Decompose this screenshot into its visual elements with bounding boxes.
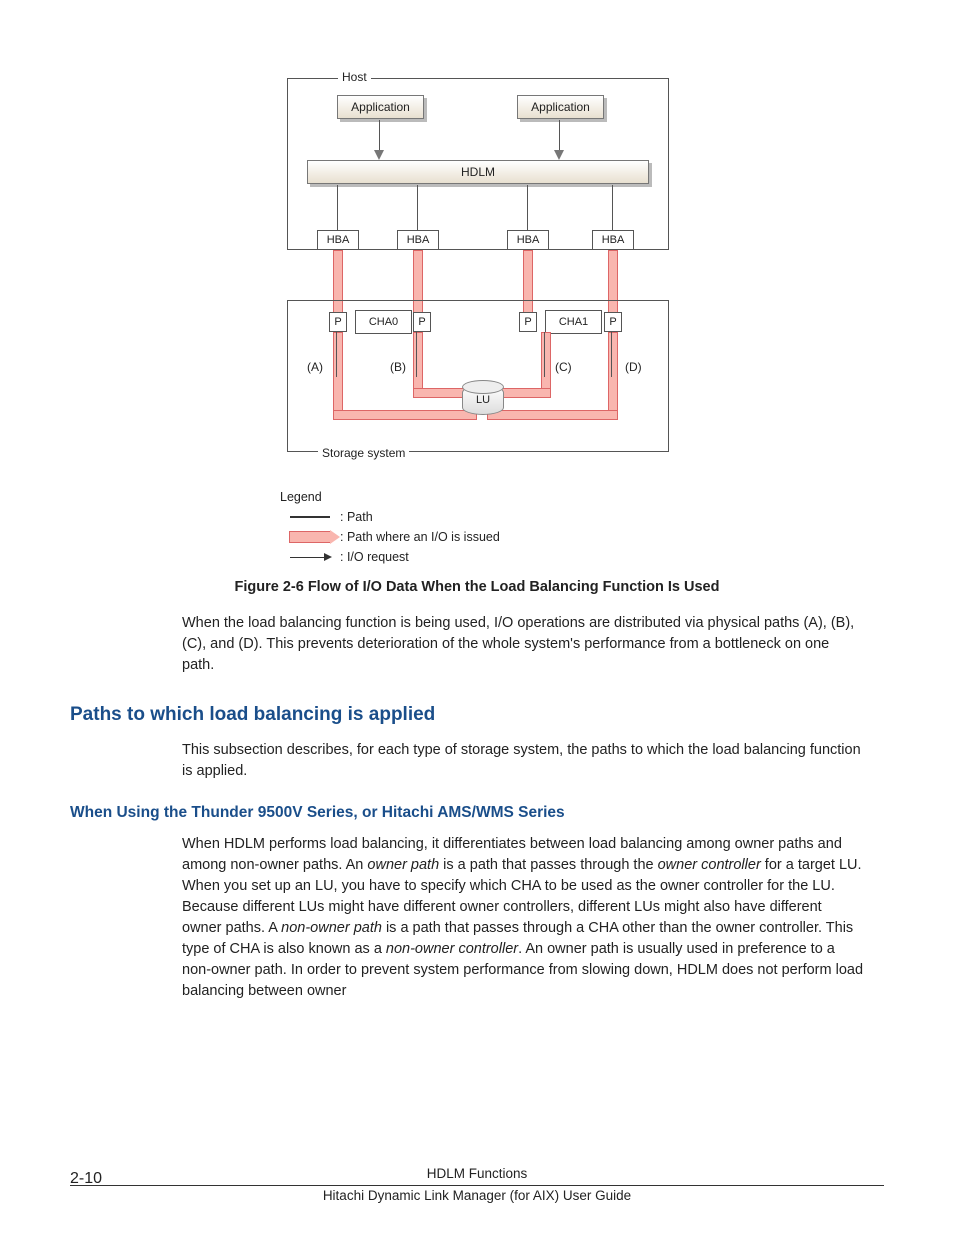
connector-line (417, 185, 418, 230)
hba-box: HBA (397, 230, 439, 250)
path-label-b: (B) (390, 360, 406, 374)
figure-caption: Figure 2-6 Flow of I/O Data When the Loa… (70, 579, 884, 595)
page-footer: 2-10 HDLM Functions Hitachi Dynamic Link… (70, 1166, 884, 1203)
paragraph: When the load balancing function is bein… (182, 613, 864, 676)
cha1-box: CHA1 (545, 310, 602, 334)
em-non-owner-path: non-owner path (281, 920, 382, 936)
lu-label: LU (476, 394, 490, 406)
subsection-heading: When Using the Thunder 9500V Series, or … (70, 804, 884, 822)
host-label: Host (338, 70, 371, 84)
io-path (333, 410, 477, 420)
lu-cylinder: LU (462, 385, 504, 415)
io-path (608, 332, 618, 414)
arrow-line (379, 120, 380, 152)
path-label-c: (C) (555, 360, 572, 374)
arrow-line (559, 120, 560, 152)
connector-line (527, 185, 528, 230)
em-non-owner-controller: non-owner controller (386, 941, 518, 957)
diagram-container: Host Application Application HDLM HBA HB… (277, 60, 677, 470)
legend: Legend : Path : Path where an I/O is iss… (280, 490, 884, 564)
storage-label: Storage system (318, 446, 409, 460)
path-label-d: (D) (625, 360, 642, 374)
connector-line (336, 332, 337, 377)
legend-row: : I/O request (280, 550, 540, 564)
port-box: P (519, 312, 537, 332)
hdlm-box: HDLM (307, 160, 649, 184)
connector-line (337, 185, 338, 230)
port-box: P (413, 312, 431, 332)
section-heading: Paths to which load balancing is applied (70, 704, 884, 726)
hba-box: HBA (592, 230, 634, 250)
em-owner-path: owner path (367, 857, 439, 873)
legend-row: : Path where an I/O is issued (280, 530, 540, 544)
em-owner-controller: owner controller (658, 857, 761, 873)
path-label-a: (A) (307, 360, 323, 374)
port-box: P (604, 312, 622, 332)
arrow-down-icon (374, 150, 384, 160)
legend-arrow-icon (280, 557, 340, 558)
connector-line (611, 332, 612, 377)
io-path (541, 332, 551, 392)
io-path (413, 332, 423, 392)
page-number: 2-10 (70, 1170, 102, 1188)
port-box: P (329, 312, 347, 332)
text: is a path that passes through the (439, 857, 657, 873)
paragraph: This subsection describes, for each type… (182, 740, 864, 782)
application-box-1: Application (337, 95, 424, 119)
cha0-box: CHA0 (355, 310, 412, 334)
legend-io-path-icon (280, 531, 340, 543)
connector-line (544, 332, 545, 377)
legend-row: : Path (280, 510, 540, 524)
legend-title: Legend (280, 490, 540, 504)
legend-path-label: : Path (340, 510, 373, 524)
application-box-2: Application (517, 95, 604, 119)
hba-box: HBA (507, 230, 549, 250)
figure-diagram: Host Application Application HDLM HBA HB… (70, 60, 884, 470)
legend-path-icon (280, 516, 340, 518)
footer-line-2: Hitachi Dynamic Link Manager (for AIX) U… (70, 1188, 884, 1203)
arrow-down-icon (554, 150, 564, 160)
io-path (487, 410, 618, 420)
connector-line (416, 332, 417, 377)
connector-line (612, 185, 613, 230)
footer-divider (70, 1185, 884, 1186)
footer-line-1: HDLM Functions (70, 1166, 884, 1181)
legend-io-path-label: : Path where an I/O is issued (340, 530, 500, 544)
paragraph: When HDLM performs load balancing, it di… (182, 834, 864, 1002)
legend-arrow-label: : I/O request (340, 550, 409, 564)
hba-box: HBA (317, 230, 359, 250)
io-path (333, 332, 343, 414)
